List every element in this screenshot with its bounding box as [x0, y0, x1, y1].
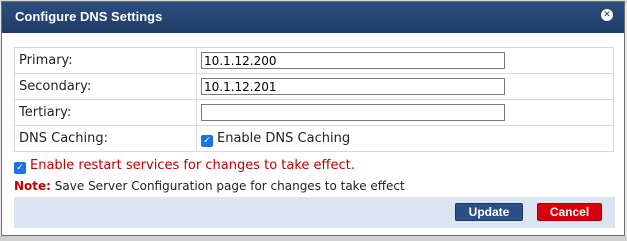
primary-cell: [196, 47, 614, 74]
restart-services-label[interactable]: Enable restart services for changes to t…: [30, 158, 355, 173]
dns-settings-table: Primary: Secondary: Tertiary: DNS Cachin…: [14, 47, 614, 152]
secondary-label: Secondary:: [14, 73, 197, 100]
button-bar: Update Cancel: [14, 197, 615, 228]
tertiary-cell: [196, 99, 614, 126]
restart-services-checkbox[interactable]: ✓: [14, 162, 26, 174]
primary-row: Primary:: [14, 47, 614, 74]
tertiary-label: Tertiary:: [14, 99, 197, 126]
dns-settings-dialog: Configure DNS Settings ✕ Primary: Second…: [1, 1, 625, 236]
primary-dns-input[interactable]: [201, 52, 505, 69]
tertiary-dns-input[interactable]: [201, 104, 505, 121]
primary-label: Primary:: [14, 47, 197, 74]
background-bottom: [0, 236, 627, 241]
dialog-titlebar: Configure DNS Settings ✕: [2, 2, 624, 33]
dns-caching-cell: ✓ Enable DNS Caching: [196, 125, 614, 152]
note-text: Save Server Configuration page for chang…: [54, 179, 405, 193]
restart-services-row: ✓ Enable restart services for changes to …: [14, 158, 355, 174]
dns-caching-label: DNS Caching:: [14, 125, 197, 152]
dns-caching-row: DNS Caching: ✓ Enable DNS Caching: [14, 125, 614, 152]
close-icon[interactable]: ✕: [601, 9, 613, 21]
tertiary-row: Tertiary:: [14, 99, 614, 126]
dialog-title: Configure DNS Settings: [15, 9, 163, 24]
dns-caching-checkbox-label[interactable]: Enable DNS Caching: [217, 131, 350, 146]
secondary-dns-input[interactable]: [201, 78, 505, 95]
note-label: Note:: [14, 179, 51, 193]
cancel-button[interactable]: Cancel: [537, 203, 602, 221]
update-button[interactable]: Update: [455, 203, 523, 221]
secondary-cell: [196, 73, 614, 100]
secondary-row: Secondary:: [14, 73, 614, 100]
dns-caching-checkbox[interactable]: ✓: [201, 134, 213, 147]
note-row: Note: Save Server Configuration page for…: [14, 179, 405, 193]
